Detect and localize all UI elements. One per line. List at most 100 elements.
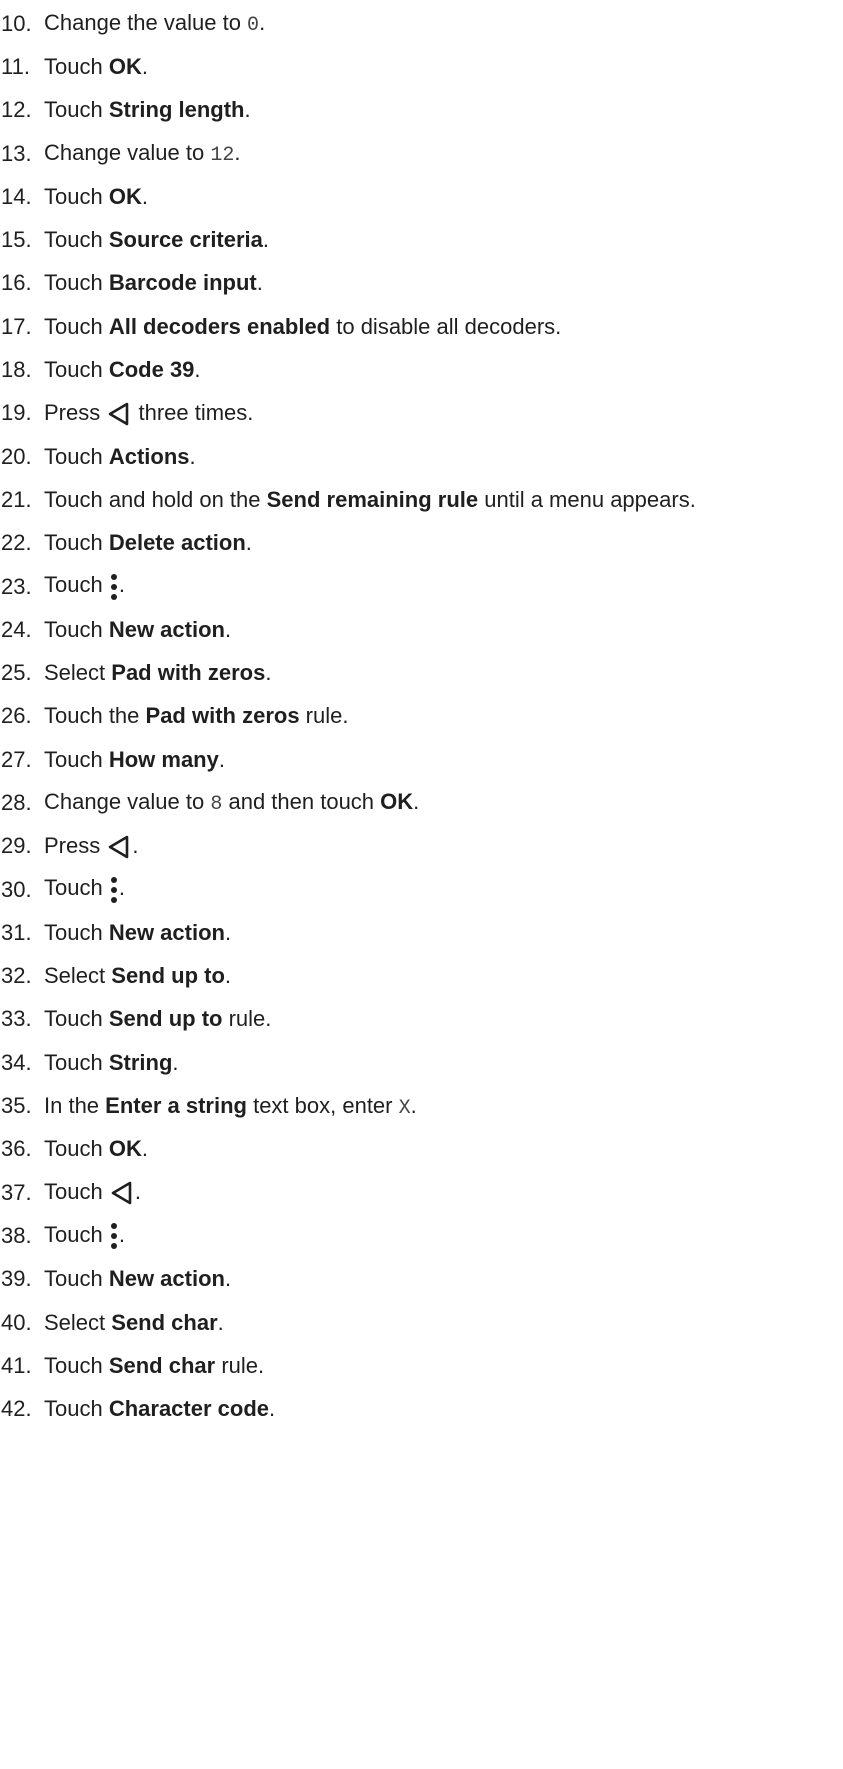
list-item: 19. Press three times. [0, 392, 843, 435]
step-text: Press three times. [44, 400, 253, 427]
step-text: Touch New action. [44, 920, 231, 946]
input-value: 0 [247, 14, 260, 38]
step-number: 29. [1, 833, 32, 859]
step-number: 14. [1, 183, 32, 209]
list-item: 40. Select Send char. [0, 1301, 843, 1344]
step-number: 18. [1, 357, 32, 383]
list-item: 31. Touch New action. [0, 911, 843, 954]
list-item: 15. Touch Source criteria. [0, 218, 843, 261]
step-text-run: Press [44, 832, 107, 858]
step-number: 39. [1, 1266, 32, 1292]
step-number: 23. [1, 573, 32, 599]
step-text-run: until a menu appears. [478, 486, 696, 512]
step-text-run: . [141, 1136, 148, 1162]
list-item: 36. Touch OK. [0, 1128, 843, 1171]
list-item: 17. Touch All decoders enabled to disable… [0, 305, 843, 348]
list-item: 37. Touch . [0, 1171, 843, 1214]
step-text-run: . [224, 963, 232, 989]
more-vert-icon [109, 1222, 119, 1250]
step-text-run: Touch [44, 313, 109, 339]
step-text-run: . [134, 1179, 141, 1205]
step-number: 11. [1, 53, 30, 79]
ui-element-name: Send up to [108, 1006, 223, 1032]
step-number: 42. [1, 1396, 32, 1422]
back-icon [109, 1180, 135, 1206]
ui-element-name: New action [108, 919, 225, 945]
step-text-run: . [224, 616, 232, 642]
step-text-run: Touch [44, 1221, 109, 1247]
step-text-run: . [224, 1266, 232, 1292]
step-text-run: Change value to [44, 789, 211, 815]
step-text: Touch Barcode input. [44, 270, 263, 296]
ui-element-name: OK [108, 183, 142, 209]
input-value: X [398, 1096, 411, 1120]
ui-element-name: Pad with zeros [111, 660, 266, 686]
list-item: 24. Touch New action. [0, 608, 843, 651]
step-number: 26. [1, 703, 32, 729]
step-text: Touch . [44, 1179, 141, 1206]
step-text-run: . [245, 530, 252, 556]
step-text-run: Touch [44, 1136, 109, 1162]
list-item: 10. Change the value to 0. [0, 2, 843, 45]
step-text: Touch the Pad with zeros rule. [44, 703, 348, 729]
step-text-run: . [224, 919, 232, 945]
step-text-run: Touch [44, 270, 109, 296]
step-text-run: . [265, 660, 272, 686]
step-text-run: . [141, 53, 148, 79]
step-text: Touch Source criteria. [44, 227, 269, 253]
step-text-run: Select [44, 1309, 112, 1335]
more-vert-icon [109, 876, 119, 904]
ui-element-name: Send up to [111, 963, 225, 989]
list-item: 11. Touch OK. [0, 45, 843, 88]
ui-element-name: Send remaining rule [266, 486, 479, 512]
list-item: 18. Touch Code 39. [0, 348, 843, 391]
step-text: Touch OK. [44, 54, 148, 80]
step-text-run: . [141, 183, 148, 209]
step-text-run: . [234, 140, 241, 166]
step-text-run: Change the value to [44, 10, 248, 36]
step-text: Touch New action. [44, 1266, 231, 1292]
step-text-run: . [256, 270, 263, 296]
step-number: 32. [1, 963, 32, 989]
step-text-run: Press [44, 399, 107, 425]
list-item: 34. Touch String. [0, 1041, 843, 1084]
step-text-run: Select [44, 660, 112, 686]
step-text: Touch Send up to rule. [44, 1006, 271, 1032]
ui-element-name: String length [108, 97, 245, 123]
step-text-run: . [259, 10, 266, 36]
step-text-run: to disable all decoders. [330, 313, 562, 339]
step-number: 19. [1, 400, 32, 426]
step-text: Change value to 8 and then touch OK. [44, 789, 419, 816]
list-item: 20. Touch Actions. [0, 435, 843, 478]
step-text: Select Send up to. [44, 963, 231, 989]
step-text: Select Pad with zeros. [44, 660, 271, 686]
list-item: 14. Touch OK. [0, 175, 843, 218]
step-text: In the Enter a string text box, enter X. [44, 1093, 417, 1120]
step-text-run: Touch and hold on the [44, 486, 267, 512]
ui-element-name: OK [380, 789, 414, 815]
ui-element-name: Enter a string [105, 1092, 247, 1118]
step-text-run: Touch [44, 572, 109, 598]
step-text: Touch String length. [44, 97, 251, 123]
step-number: 37. [1, 1179, 32, 1205]
step-text-run: text box, enter [246, 1092, 399, 1118]
step-number: 31. [1, 919, 32, 945]
step-number: 17. [1, 313, 32, 339]
step-text-run: . [172, 1049, 179, 1075]
list-item: 33. Touch Send up to rule. [0, 998, 843, 1041]
ui-element-name: OK [108, 53, 142, 79]
step-number: 12. [1, 97, 32, 123]
list-item: 38. Touch . [0, 1214, 843, 1257]
step-text-run: . [244, 97, 251, 123]
ui-element-name: Source criteria [108, 227, 263, 253]
back-icon [106, 834, 132, 860]
ui-element-name: Code 39 [108, 357, 195, 383]
list-item: 13. Change value to 12. [0, 132, 843, 175]
step-number: 40. [1, 1309, 32, 1335]
step-text-run: Touch [44, 919, 109, 945]
input-value: 8 [210, 793, 223, 817]
step-number: 30. [1, 876, 32, 902]
step-text-run: Touch [44, 227, 109, 253]
step-number: 38. [1, 1222, 32, 1248]
step-text: Change value to 12. [44, 140, 240, 167]
